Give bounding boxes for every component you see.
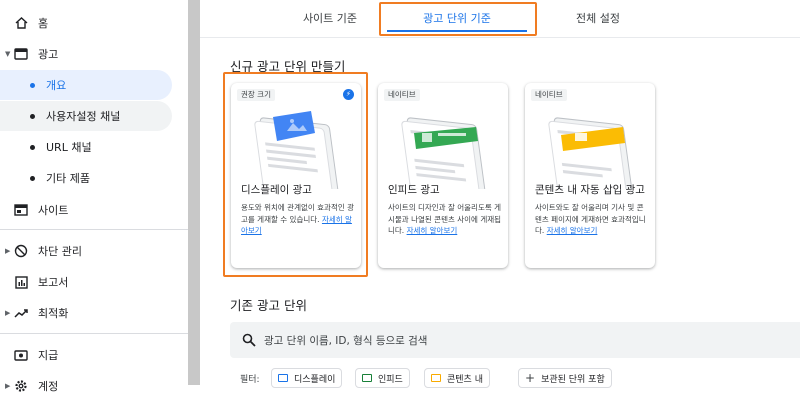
existing-ad-units-title: 기존 광고 단위 (230, 298, 307, 313)
nav-payments[interactable]: 지급 (0, 340, 188, 370)
nav-overview[interactable]: 개요 (0, 70, 172, 100)
nav-url-channels[interactable]: URL 채널 (0, 132, 188, 162)
in-article-ad-description: 사이트와도 잘 어울리며 기사 및 콘텐츠 페이지에 게재하면 효과적입니다. … (535, 202, 650, 237)
nav-optimization[interactable]: ▶ 최적화 (0, 298, 188, 328)
in-article-ad-illustration (548, 117, 633, 189)
main-content: 사이트 기준 광고 단위 기준 전체 설정 신규 광고 단위 만들기 권장 크기… (200, 0, 800, 399)
nav-reports-label: 보고서 (38, 276, 69, 289)
filter-label: 필터: (240, 375, 260, 385)
native-tag: 네이티브 (384, 89, 420, 101)
tab-highlight-box (379, 2, 537, 36)
sidebar: 홈 ▼ 광고 개요 사용자설정 채널 URL 채널 기타 제품 사이트 ▶ 차단… (0, 0, 188, 399)
block-icon (14, 244, 28, 258)
caret-right-icon: ▶ (5, 247, 11, 255)
nav-ads-label: 광고 (38, 48, 59, 61)
filter-chip-display-label: 디스플레이 (294, 374, 336, 385)
infeed-ad-description: 사이트의 디자인과 잘 어울리도록 게시물과 나열된 콘텐츠 사이에 게재됩니다… (388, 202, 503, 237)
gear-icon (14, 379, 28, 393)
infeed-ad-card[interactable]: 네이티브 인피드 광고 사이트의 디자인과 잘 어울리도록 게시물과 나열된 콘… (378, 83, 508, 268)
in-article-format-icon (431, 374, 441, 382)
tab-global-settings[interactable]: 전체 설정 (530, 0, 666, 36)
infeed-ad-illustration (401, 117, 486, 189)
nav-custom-channels-label: 사용자설정 채널 (46, 110, 121, 123)
display-format-icon (278, 374, 288, 382)
nav-payments-label: 지급 (38, 349, 59, 362)
nav-custom-channels[interactable]: 사용자설정 채널 (0, 101, 172, 131)
search-icon (242, 333, 256, 347)
nav-account-label: 계정 (38, 380, 59, 393)
search-input[interactable]: 광고 단위 이름, ID, 형식 등으로 검색 (264, 333, 427, 348)
nav-sites-label: 사이트 (38, 204, 69, 217)
infeed-ad-learn-more-link[interactable]: 자세히 알아보기 (407, 226, 458, 235)
filter-chip-in-article[interactable]: 콘텐츠 내 (424, 368, 490, 388)
in-article-ad-learn-more-link[interactable]: 자세히 알아보기 (547, 226, 598, 235)
bullet-icon (30, 175, 35, 181)
nav-blocking-label: 차단 관리 (38, 245, 82, 258)
plus-icon: + (525, 371, 536, 385)
include-archived-chip[interactable]: + 보관된 단위 포함 (518, 368, 612, 388)
payments-icon (14, 348, 28, 362)
caret-right-icon: ▶ (5, 309, 11, 317)
include-archived-label: 보관된 단위 포함 (541, 374, 605, 385)
sites-icon (14, 203, 28, 217)
bullet-icon (30, 144, 35, 150)
in-article-ad-card[interactable]: 네이티브 콘텐츠 내 자동 삽입 광고 사이트와도 잘 어울리며 기사 및 콘텐… (525, 83, 655, 268)
nav-url-channels-label: URL 채널 (46, 141, 92, 154)
nav-divider (0, 333, 188, 334)
nav-blocking[interactable]: ▶ 차단 관리 (0, 236, 188, 266)
nav-other-products-label: 기타 제품 (46, 172, 90, 185)
native-tag: 네이티브 (531, 89, 567, 101)
infeed-format-icon (362, 374, 372, 382)
filter-chip-infeed[interactable]: 인피드 (355, 368, 410, 388)
infeed-ad-title: 인피드 광고 (388, 184, 440, 196)
nav-account[interactable]: ▶ 계정 (0, 371, 188, 399)
filter-chip-in-article-label: 콘텐츠 내 (447, 374, 483, 385)
tab-bar: 사이트 기준 광고 단위 기준 전체 설정 (200, 0, 800, 38)
reports-icon (14, 275, 28, 289)
caret-down-icon: ▼ (5, 50, 11, 58)
trending-up-icon (14, 306, 28, 320)
in-article-ad-title: 콘텐츠 내 자동 삽입 광고 (535, 184, 645, 196)
nav-overview-label: 개요 (46, 79, 67, 92)
search-bar[interactable]: 광고 단위 이름, ID, 형식 등으로 검색 (230, 322, 800, 358)
bullet-icon (30, 82, 35, 88)
nav-home-label: 홈 (38, 17, 49, 30)
nav-home[interactable]: 홈 (0, 8, 188, 38)
nav-reports[interactable]: 보고서 (0, 267, 188, 297)
sidebar-scrollbar[interactable] (188, 0, 200, 385)
caret-right-icon: ▶ (5, 382, 11, 390)
filter-chip-infeed-label: 인피드 (378, 374, 403, 385)
filter-chip-display[interactable]: 디스플레이 (271, 368, 343, 388)
filter-row: 필터: 디스플레이 인피드 콘텐츠 내 + 보관된 단위 포함 (230, 366, 800, 390)
nav-ads[interactable]: ▼ 광고 (0, 39, 188, 69)
nav-other-products[interactable]: 기타 제품 (0, 163, 188, 193)
ads-icon (14, 47, 28, 61)
home-icon (14, 16, 28, 30)
nav-optimization-label: 최적화 (38, 307, 69, 320)
nav-divider (0, 229, 188, 230)
display-card-highlight-box (223, 72, 368, 277)
bullet-icon (30, 113, 35, 119)
nav-sites[interactable]: 사이트 (0, 195, 188, 225)
